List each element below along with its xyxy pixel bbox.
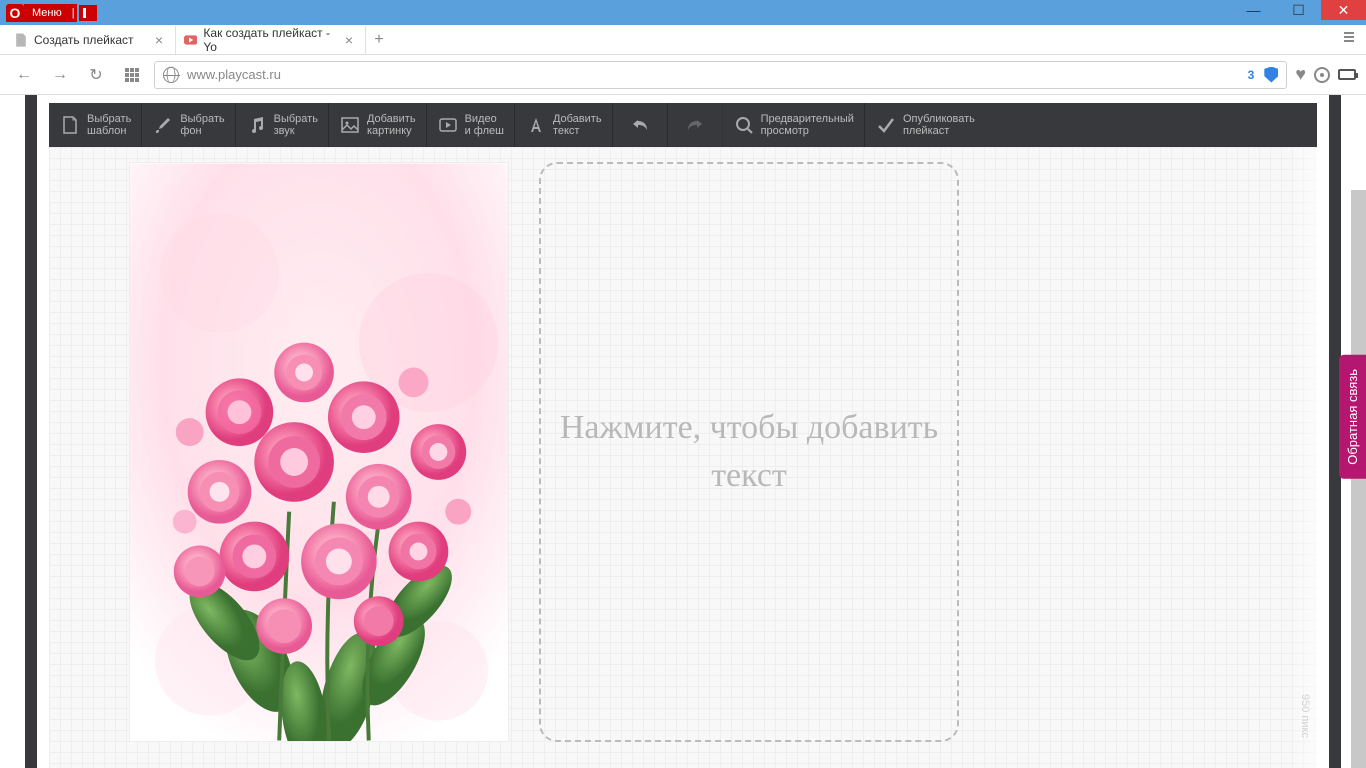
feedback-button[interactable]: Обратная связь [1339, 355, 1366, 479]
forward-button[interactable]: → [46, 61, 74, 89]
minimize-button[interactable]: — [1231, 0, 1276, 20]
flag-icon[interactable] [79, 5, 97, 21]
image-icon [339, 114, 361, 136]
menu-button[interactable]: Меню [24, 4, 70, 22]
tab-label: Как создать плейкаст - Yo [203, 26, 340, 54]
canvas-height-label: 950 пикс [1299, 694, 1311, 738]
tab-label: Создать плейкаст [34, 33, 134, 47]
publish-icon [875, 114, 897, 136]
back-button[interactable]: ← [10, 61, 38, 89]
youtube-icon [184, 33, 197, 47]
tool-label: Предварительный [761, 113, 854, 125]
tool-label: Выбрать [87, 113, 131, 125]
blocked-count: 3 [1248, 68, 1255, 82]
tool-label: картинку [367, 125, 416, 137]
address-bar[interactable]: www.playcast.ru 3 [154, 61, 1287, 89]
reload-button[interactable]: ↻ [82, 61, 110, 89]
preview-icon [733, 114, 755, 136]
template-icon [59, 114, 81, 136]
publish-button[interactable]: Опубликоватьплейкаст [865, 103, 985, 147]
editor-canvas[interactable]: Нажмите, чтобы добавить текст 950 пикс [49, 147, 1317, 768]
tab-youtube[interactable]: Как создать плейкаст - Yo × [176, 26, 366, 54]
roses-image [130, 163, 508, 741]
shield-icon[interactable] [1264, 67, 1278, 83]
brush-icon [152, 114, 174, 136]
tool-label: шаблон [87, 125, 131, 137]
add-image-button[interactable]: Добавитькартинку [329, 103, 427, 147]
preview-button[interactable]: Предварительныйпросмотр [723, 103, 865, 147]
image-panel[interactable] [129, 162, 509, 742]
add-text-area[interactable]: Нажмите, чтобы добавить текст [539, 162, 959, 742]
music-icon [246, 114, 268, 136]
tool-label: плейкаст [903, 125, 975, 137]
tab-create-playcast[interactable]: Создать плейкаст × [6, 26, 176, 54]
editor-toolbar: Выбратьшаблон Выбратьфон Выбратьзвук Доб… [49, 103, 1317, 147]
globe-icon [163, 67, 179, 83]
tool-label: звук [274, 125, 318, 137]
tool-label: просмотр [761, 125, 854, 137]
select-sound-button[interactable]: Выбратьзвук [236, 103, 329, 147]
url-text: www.playcast.ru [187, 67, 1248, 82]
video-flash-button[interactable]: Видеои флеш [427, 103, 515, 147]
speed-dial-button[interactable] [118, 61, 146, 89]
tool-label: текст [553, 125, 602, 137]
menu-divider: | [70, 4, 77, 22]
opera-logo-icon: O [6, 4, 24, 22]
close-window-button[interactable]: ✕ [1321, 0, 1366, 20]
tool-label: Добавить [367, 113, 416, 125]
tool-label: и флеш [465, 125, 504, 137]
select-template-button[interactable]: Выбратьшаблон [49, 103, 142, 147]
undo-button[interactable] [613, 103, 668, 147]
tool-label: Выбрать [274, 113, 318, 125]
undo-icon [629, 114, 651, 136]
new-tab-button[interactable]: + [366, 31, 392, 49]
redo-button[interactable] [668, 103, 723, 147]
tool-label: Видео [465, 113, 504, 125]
text-placeholder: Нажмите, чтобы добавить текст [541, 404, 957, 500]
select-background-button[interactable]: Выбратьфон [142, 103, 235, 147]
redo-icon [684, 114, 706, 136]
tool-label: Опубликовать [903, 113, 975, 125]
sync-icon[interactable] [1314, 67, 1330, 83]
tab-menu-button[interactable] [1342, 30, 1356, 49]
tab-close-button[interactable]: × [151, 32, 167, 48]
add-text-button[interactable]: Добавитьтекст [515, 103, 613, 147]
tab-close-button[interactable]: × [341, 32, 357, 48]
video-icon [437, 114, 459, 136]
maximize-button[interactable]: ☐ [1276, 0, 1321, 20]
text-icon [525, 114, 547, 136]
bookmark-heart-button[interactable]: ♥ [1295, 64, 1306, 85]
document-icon [14, 33, 28, 47]
vertical-scrollbar[interactable] [1351, 190, 1366, 768]
tool-label: фон [180, 125, 224, 137]
tool-label: Добавить [553, 113, 602, 125]
battery-icon[interactable] [1338, 69, 1356, 80]
tool-label: Выбрать [180, 113, 224, 125]
